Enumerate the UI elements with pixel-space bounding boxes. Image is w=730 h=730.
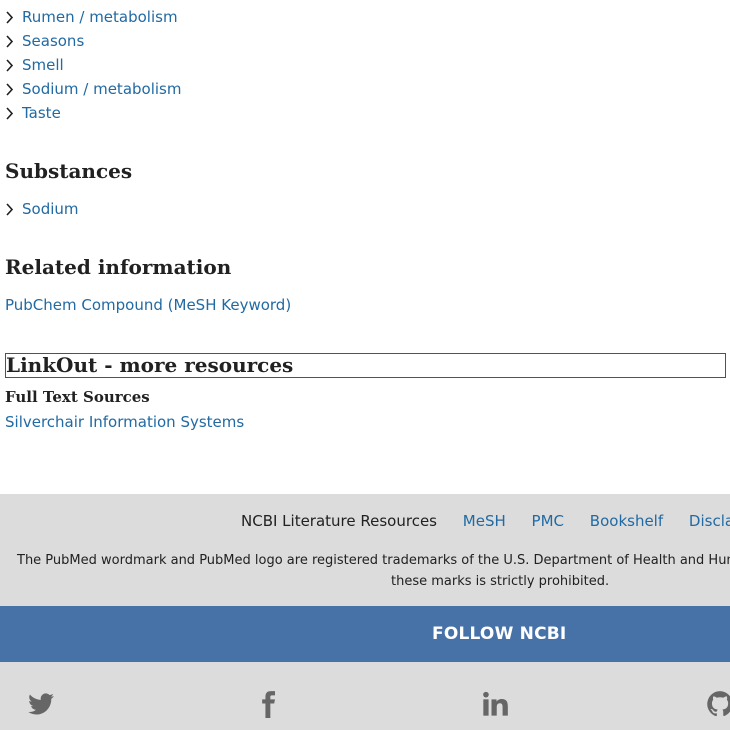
chevron-right-icon[interactable] bbox=[5, 10, 14, 24]
mesh-term-link[interactable]: Seasons bbox=[22, 32, 84, 50]
github-icon[interactable] bbox=[706, 690, 730, 718]
follow-ncbi-bar: FOLLOW NCBI bbox=[0, 606, 730, 662]
linkout-heading[interactable]: LinkOut - more resources bbox=[6, 354, 725, 376]
twitter-icon[interactable] bbox=[27, 690, 55, 718]
footer-link-bookshelf[interactable]: Bookshelf bbox=[590, 512, 663, 530]
footer-link-pmc[interactable]: PMC bbox=[532, 512, 564, 530]
substance-item: Sodium bbox=[5, 197, 79, 221]
mesh-terms-list-clipped bbox=[5, 0, 22, 2]
chevron-right-icon[interactable] bbox=[5, 202, 14, 216]
trademark-line-1: The PubMed wordmark and PubMed logo are … bbox=[17, 553, 730, 568]
chevron-right-icon[interactable] bbox=[5, 106, 14, 120]
mesh-term-item: Rumen / metabolism bbox=[5, 5, 181, 29]
footer-link-disclaimer[interactable]: Disclaimer bbox=[689, 512, 730, 530]
substances-heading: Substances bbox=[5, 159, 133, 183]
substance-link[interactable]: Sodium bbox=[22, 200, 79, 218]
footer: NCBI Literature Resources MeSH PMC Books… bbox=[0, 494, 730, 606]
mesh-term-link[interactable]: Taste bbox=[22, 104, 61, 122]
related-information-heading: Related information bbox=[5, 255, 232, 279]
linkout-heading-focus-box: LinkOut - more resources bbox=[5, 353, 726, 378]
mesh-term-item: Smell bbox=[5, 53, 181, 77]
follow-ncbi-label: FOLLOW NCBI bbox=[432, 624, 567, 644]
social-links-row bbox=[0, 662, 730, 730]
mesh-term-item: Sodium / metabolism bbox=[5, 77, 181, 101]
mesh-terms-list: Rumen / metabolism Seasons Smell Sodium … bbox=[5, 5, 181, 125]
pubchem-compound-link[interactable]: PubChem Compound (MeSH Keyword) bbox=[5, 296, 291, 314]
facebook-icon[interactable] bbox=[254, 690, 282, 718]
mesh-term-link[interactable]: Smell bbox=[22, 56, 64, 74]
full-text-sources-heading: Full Text Sources bbox=[5, 388, 150, 406]
chevron-right-icon[interactable] bbox=[5, 58, 14, 72]
footer-link-ncbi-literature[interactable]: NCBI Literature Resources bbox=[241, 512, 437, 530]
silverchair-link[interactable]: Silverchair Information Systems bbox=[5, 413, 244, 431]
chevron-right-icon[interactable] bbox=[5, 34, 14, 48]
substances-list: Sodium bbox=[5, 197, 79, 221]
trademark-line-2: these marks is strictly prohibited. bbox=[391, 574, 610, 589]
chevron-right-icon[interactable] bbox=[5, 82, 14, 96]
mesh-term-item: Taste bbox=[5, 101, 181, 125]
linkedin-icon[interactable] bbox=[481, 690, 509, 718]
mesh-term-link[interactable]: Sodium / metabolism bbox=[22, 80, 181, 98]
trademark-notice: The PubMed wordmark and PubMed logo are … bbox=[17, 550, 730, 592]
mesh-term-link[interactable]: Rumen / metabolism bbox=[22, 8, 178, 26]
mesh-term-item: Seasons bbox=[5, 29, 181, 53]
footer-links: NCBI Literature Resources MeSH PMC Books… bbox=[241, 512, 730, 530]
footer-link-mesh[interactable]: MeSH bbox=[463, 512, 506, 530]
